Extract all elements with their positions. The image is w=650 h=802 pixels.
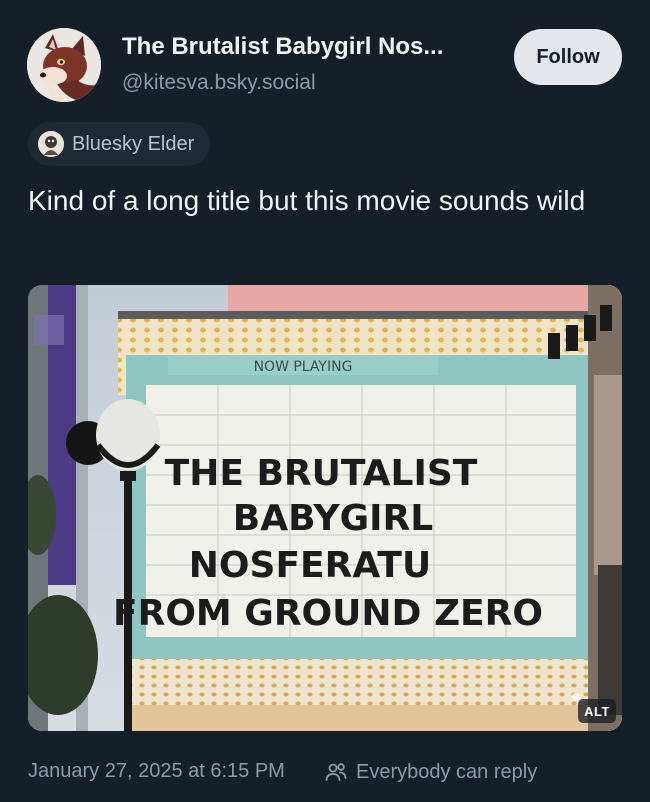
- marquee-line-1: THE BRUTALIST: [165, 453, 478, 494]
- people-icon: [324, 760, 348, 784]
- author-display-name[interactable]: The Brutalist Babygirl Nos...: [122, 33, 443, 61]
- marquee-line-2: BABYGIRL: [233, 498, 433, 539]
- post-timestamp[interactable]: January 27, 2025 at 6:15 PM: [28, 760, 285, 783]
- marquee-line-3: NOSFERATU: [189, 545, 431, 586]
- fox-avatar-icon: [27, 28, 101, 102]
- alt-text-button[interactable]: ALT: [578, 699, 616, 723]
- follow-button[interactable]: Follow: [514, 29, 622, 85]
- marquee-header-text: NOW PLAYING: [254, 359, 353, 375]
- marquee-line-4: FROM GROUND ZERO: [113, 593, 543, 634]
- reply-setting-label: Everybody can reply: [356, 760, 538, 783]
- author-handle[interactable]: @kitesva.bsky.social: [122, 71, 316, 95]
- post-card: The Brutalist Babygirl Nos... @kitesva.b…: [0, 0, 650, 802]
- reply-setting[interactable]: Everybody can reply: [324, 760, 537, 784]
- theater-marquee-photo: NOW PLAYING THE BRUTALIST BABYGIRL NOSFE…: [28, 285, 622, 731]
- elder-badge[interactable]: Bluesky Elder: [28, 122, 211, 166]
- post-image[interactable]: NOW PLAYING THE BRUTALIST BABYGIRL NOSFE…: [28, 285, 622, 731]
- author-avatar[interactable]: [27, 28, 101, 102]
- post-text: Kind of a long title but this movie soun…: [28, 185, 586, 216]
- elder-badge-icon: [38, 131, 64, 157]
- badge-label: Bluesky Elder: [72, 132, 195, 155]
